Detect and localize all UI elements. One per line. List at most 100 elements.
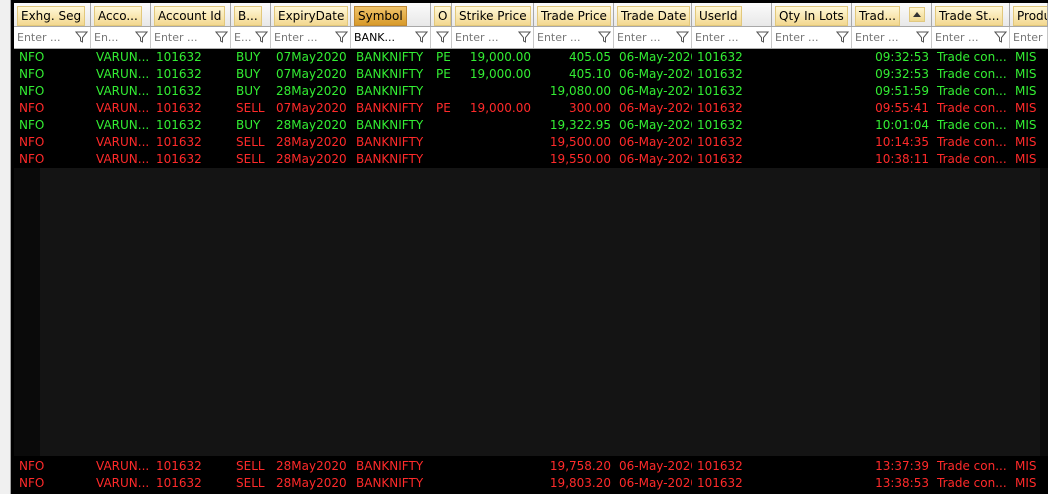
cell-prod: MIS <box>1015 118 1037 132</box>
cell-bs: SELL <box>236 459 265 473</box>
filter-input-sym[interactable]: BANK... <box>354 31 395 44</box>
table-row[interactable]: NFO VARUN... 101632 BUY 28May2020 BANKNIFTY 19… <box>14 117 1048 134</box>
column-header-label: Symbol <box>354 6 407 26</box>
filter-cell-tstat[interactable]: Enter ... <box>932 27 1010 48</box>
table-row[interactable]: NFO VARUN... 101632 SELL 28May2020 BANKNIFTY 1… <box>14 475 1048 492</box>
funnel-icon[interactable] <box>835 30 850 44</box>
column-header-ttime[interactable]: Trad... <box>852 3 932 27</box>
table-row[interactable]: NFO VARUN... 101632 BUY 07May2020 BANKNIFTY PE… <box>14 49 1048 66</box>
filter-input-bs[interactable]: E... <box>234 31 251 44</box>
funnel-icon[interactable] <box>435 30 450 44</box>
cell-strike <box>452 117 534 134</box>
filter-input-strike[interactable]: Enter ... <box>455 31 499 44</box>
cell-exhg: NFO <box>19 50 45 64</box>
funnel-icon[interactable] <box>254 30 269 44</box>
funnel-icon[interactable] <box>334 30 349 44</box>
filter-input-ttime[interactable]: Enter ... <box>855 31 899 44</box>
cell-exp: 28May2020 <box>276 152 347 166</box>
funnel-icon[interactable] <box>517 30 532 44</box>
filter-cell-acct[interactable]: En... <box>91 27 151 48</box>
filter-input-user[interactable]: Enter ... <box>695 31 739 44</box>
column-header-label: Trade Price <box>537 6 611 26</box>
table-row[interactable]: NFO VARUN... 101632 SELL 07May2020 BANKNIFTY P… <box>14 100 1048 117</box>
cell-bs: SELL <box>236 101 265 115</box>
filter-cell-sym[interactable]: BANK... <box>351 27 431 48</box>
column-header-exhg[interactable]: Exhg. Seg <box>14 3 91 27</box>
filter-input-tprice[interactable]: Enter ... <box>537 31 581 44</box>
column-header-tprice[interactable]: Trade Price <box>534 3 614 27</box>
filter-input-acct[interactable]: En... <box>94 31 118 44</box>
sort-ascending-icon[interactable] <box>909 7 925 22</box>
filter-input-exhg[interactable]: Enter ... <box>17 31 61 44</box>
cell-qty <box>772 83 852 100</box>
table-row[interactable]: NFO VARUN... 101632 SELL 28May2020 BANKNIFTY 1… <box>14 134 1048 151</box>
cell-acct: VARUN... <box>96 50 150 64</box>
column-header-exp[interactable]: ExpiryDate <box>271 3 351 27</box>
column-header-bs[interactable]: B... <box>231 3 271 27</box>
table-row[interactable]: NFO VARUN... 101632 BUY 28May2020 BANKNIFTY 19… <box>14 83 1048 100</box>
cell-bs: SELL <box>236 476 265 490</box>
cell-ttime: 10:01:04 <box>875 118 929 132</box>
table-row[interactable]: NFO VARUN... 101632 SELL 28May2020 BANKNIFTY 1… <box>14 151 1048 168</box>
trade-book-window: Exhg. Seg Acco... Account Id B... ExpiryDate… <box>0 0 1048 494</box>
cell-user: 101632 <box>697 152 743 166</box>
filter-cell-exhg[interactable]: Enter ... <box>14 27 91 48</box>
funnel-icon[interactable] <box>74 30 89 44</box>
funnel-icon[interactable] <box>414 30 429 44</box>
cell-tprice: 19,080.00 <box>549 84 611 98</box>
filter-cell-tprice[interactable]: Enter ... <box>534 27 614 48</box>
filter-input-qty[interactable]: Enter ... <box>775 31 819 44</box>
cell-tprice: 19,550.00 <box>549 152 611 166</box>
funnel-icon[interactable] <box>597 30 612 44</box>
funnel-icon[interactable] <box>993 30 1008 44</box>
cell-prod: MIS <box>1015 50 1037 64</box>
funnel-icon[interactable] <box>134 30 149 44</box>
cell-opt <box>431 83 452 100</box>
cell-user: 101632 <box>697 50 743 64</box>
funnel-icon[interactable] <box>675 30 690 44</box>
table-row[interactable]: NFO VARUN... 101632 BUY 07May2020 BANKNIFTY PE… <box>14 66 1048 83</box>
column-header-qty[interactable]: Qty In Lots <box>772 3 852 27</box>
column-header-user[interactable]: UserId <box>692 3 772 27</box>
filter-input-tdate[interactable]: Enter ... <box>617 31 661 44</box>
empty-grid-area[interactable] <box>14 168 1048 456</box>
filter-input-tstat[interactable]: Enter ... <box>935 31 979 44</box>
column-header-sym[interactable]: Symbol <box>351 3 431 27</box>
left-border <box>0 0 11 494</box>
cell-exhg: NFO <box>19 101 45 115</box>
filter-cell-exp[interactable]: Enter ... <box>271 27 351 48</box>
filter-cell-strike[interactable]: Enter ... <box>452 27 534 48</box>
filter-cell-opt[interactable] <box>431 27 452 48</box>
column-header-tdate[interactable]: Trade Date <box>614 3 692 27</box>
filter-cell-user[interactable]: Enter ... <box>692 27 772 48</box>
column-header-opt[interactable]: O <box>431 3 452 27</box>
filter-cell-qty[interactable]: Enter ... <box>772 27 852 48</box>
filter-input-acctid[interactable]: Enter ... <box>154 31 198 44</box>
cell-exhg: NFO <box>19 67 45 81</box>
cell-qty <box>772 66 852 83</box>
funnel-icon[interactable] <box>915 30 930 44</box>
filter-cell-ttime[interactable]: Enter ... <box>852 27 932 48</box>
funnel-icon[interactable] <box>214 30 229 44</box>
column-header-prod[interactable]: Produ <box>1010 3 1048 27</box>
header-row: Exhg. Seg Acco... Account Id B... ExpiryDate… <box>14 3 1048 27</box>
cell-opt <box>431 458 452 475</box>
filter-cell-acctid[interactable]: Enter ... <box>151 27 231 48</box>
column-header-acct[interactable]: Acco... <box>91 3 151 27</box>
funnel-icon[interactable] <box>755 30 770 44</box>
column-header-acctid[interactable]: Account Id <box>151 3 231 27</box>
cell-qty <box>772 117 852 134</box>
column-header-tstat[interactable]: Trade St... <box>932 3 1010 27</box>
filter-cell-bs[interactable]: E... <box>231 27 271 48</box>
column-header-label: Trad... <box>855 6 900 26</box>
cell-strike <box>452 151 534 168</box>
cell-user: 101632 <box>697 118 743 132</box>
filter-cell-prod[interactable]: Enter <box>1010 27 1048 48</box>
table-row[interactable]: NFO VARUN... 101632 SELL 28May2020 BANKNIFTY 1… <box>14 458 1048 475</box>
column-header-strike[interactable]: Strike Price <box>452 3 534 27</box>
cell-bs: BUY <box>236 67 261 81</box>
cell-tstat: Trade con... <box>937 152 1007 166</box>
filter-cell-tdate[interactable]: Enter ... <box>614 27 692 48</box>
filter-input-prod[interactable]: Enter <box>1013 31 1043 44</box>
filter-input-exp[interactable]: Enter ... <box>274 31 318 44</box>
